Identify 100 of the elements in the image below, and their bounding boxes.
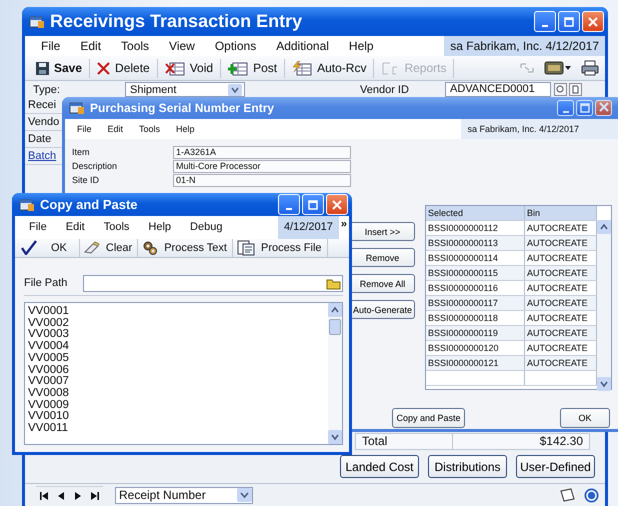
action-button[interactable]: Landed Cost (340, 455, 419, 478)
menu-item[interactable]: Help (338, 39, 384, 53)
text-line: VV0008 (28, 388, 69, 400)
menu-item[interactable]: Options (204, 39, 266, 53)
menu-item[interactable]: Help (168, 124, 203, 134)
window-title: Purchasing Serial Number Entry (90, 101, 274, 115)
menu-item[interactable]: File (21, 221, 58, 234)
text-line: VV0009 (28, 400, 69, 411)
action-button[interactable]: Insert >> (350, 222, 415, 241)
menu-item[interactable]: Tools (96, 221, 140, 234)
field-value: 1-A3261A (173, 146, 351, 158)
maximize-icon (580, 103, 590, 113)
menu-item[interactable]: Tools (111, 39, 160, 53)
toolbar-button[interactable]: Save (29, 58, 90, 78)
vendor-id-field[interactable]: ADVANCED0001 (445, 82, 551, 97)
close-icon (588, 16, 598, 26)
last-record-icon[interactable] (89, 490, 101, 502)
file-path-field[interactable] (83, 274, 343, 292)
scrollbar[interactable] (597, 220, 611, 391)
session-info: sa Fabrikam, Inc. 4/12/2017 (444, 36, 605, 56)
note-icon[interactable] (558, 487, 576, 503)
gears-icon (142, 240, 158, 256)
field-label: Date (28, 133, 52, 145)
toolbar-button[interactable]: OK (17, 238, 80, 257)
menu-item[interactable]: Debug (182, 221, 234, 234)
table-cell: BSSI0000000121 (426, 356, 525, 370)
action-button[interactable]: Remove (350, 248, 415, 267)
action-button[interactable]: User-Defined (516, 455, 595, 478)
text-line: VV0005 (28, 352, 69, 364)
lookup-icon[interactable] (554, 83, 567, 96)
printer-icon[interactable] (581, 60, 599, 76)
table-cell: BSSI0000000113 (426, 236, 525, 250)
overflow-chevron[interactable]: » (338, 218, 349, 230)
field-label: Site ID (71, 175, 100, 185)
scroll-down-icon[interactable] (597, 377, 611, 391)
type-dropdown[interactable]: Shipment (125, 82, 245, 97)
table-cell: BSSI0000000116 (426, 281, 525, 295)
text-line: VV0007 (28, 376, 69, 388)
browse-dropdown[interactable]: Receipt Number (115, 486, 253, 504)
toolbar-button[interactable]: Clear (80, 238, 138, 257)
menu-item[interactable]: File (31, 39, 70, 53)
window-title: Receivings Transaction Entry (50, 11, 302, 32)
date-display: 4/12/2017 (278, 216, 339, 239)
text-line: VV0003 (28, 329, 69, 341)
field-value: Multi-Core Processor (173, 160, 351, 172)
ok-button[interactable]: OK (560, 408, 610, 428)
column-header[interactable]: Bin (525, 206, 597, 220)
menu-item[interactable]: Edit (58, 221, 96, 234)
menu-item[interactable]: Tools (131, 124, 168, 134)
scroll-up-icon[interactable] (597, 220, 611, 234)
maximize-icon (564, 17, 574, 27)
checkmark-icon (21, 240, 37, 256)
eraser-icon (84, 240, 100, 255)
text-line: VV0010 (28, 411, 69, 423)
folder-icon[interactable] (326, 276, 341, 290)
action-button[interactable]: Remove All (350, 274, 415, 293)
menu-item[interactable]: Help (140, 221, 182, 234)
scroll-thumb[interactable] (329, 318, 341, 335)
toolbar-button[interactable]: Process File (232, 238, 328, 257)
menu-item[interactable]: Edit (70, 39, 112, 53)
toolbar-button[interactable]: Auto-Rcv (285, 58, 374, 78)
document-icon[interactable] (569, 83, 582, 96)
action-button[interactable]: Distributions (428, 455, 507, 478)
minimize-button[interactable] (557, 100, 574, 116)
scroll-down-icon[interactable] (328, 430, 342, 444)
menu-item[interactable]: File (69, 124, 100, 134)
text-area[interactable]: VV0001 VV0002 VV0003 VV0004 VV0005 VV0006 VV0007 VV0008 VV0009 VV0010 VV0011 (24, 302, 343, 445)
scroll-up-icon[interactable] (328, 302, 342, 317)
table-cell: BSSI0000000119 (426, 326, 525, 340)
toolbar-button[interactable]: Void (158, 58, 222, 78)
total-value: $142.30 (538, 434, 584, 449)
table-cell: BSSI0000000114 (426, 251, 525, 265)
scrollbar[interactable] (328, 302, 342, 444)
copy-and-paste-button[interactable]: Copy and Paste (392, 408, 465, 428)
toolbar-button[interactable]: Post (221, 58, 286, 78)
column-header[interactable]: Selected (426, 206, 525, 220)
first-record-icon[interactable] (38, 490, 50, 502)
field-label: Item (71, 147, 91, 157)
minimize-button[interactable] (278, 194, 300, 216)
window-icon (69, 101, 85, 115)
menu-item[interactable]: Additional (266, 39, 339, 53)
delete-icon (97, 62, 110, 74)
maximize-button[interactable] (576, 100, 593, 116)
maximize-button[interactable] (302, 194, 324, 216)
action-button[interactable]: Auto-Generate (350, 300, 415, 319)
menu-item[interactable]: View (159, 39, 205, 53)
toolbar-button[interactable]: Delete (90, 58, 158, 78)
field-label: Vendor ID (360, 84, 410, 96)
toolbar-button[interactable]: Process Text (138, 238, 233, 257)
document-outline-icon (381, 60, 400, 76)
minimize-button[interactable] (534, 11, 556, 32)
batch-link[interactable]: Batch (28, 150, 56, 162)
close-button[interactable] (595, 100, 612, 116)
field-label: Recei (28, 99, 56, 111)
maximize-button[interactable] (558, 11, 580, 32)
text-line: VV0002 (28, 318, 69, 329)
close-button[interactable] (326, 194, 348, 216)
field-label: File Path (24, 277, 68, 290)
close-button[interactable] (582, 11, 604, 32)
menu-item[interactable]: Edit (100, 124, 132, 134)
